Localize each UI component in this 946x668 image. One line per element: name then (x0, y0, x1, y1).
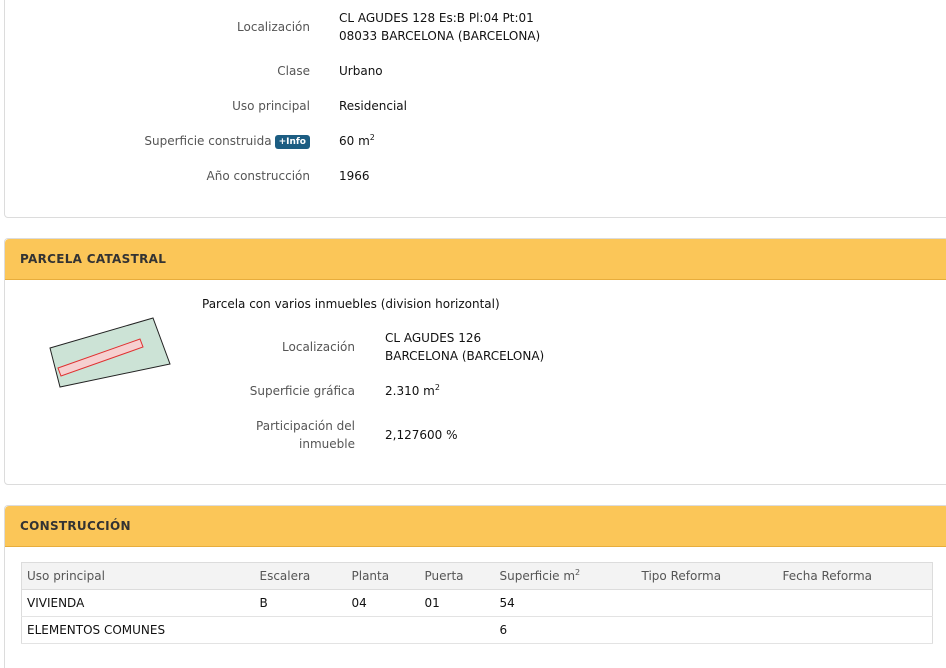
cell-fecha-reforma (777, 589, 933, 617)
cell-puerta (419, 616, 495, 644)
col-uso-principal: Uso principal (21, 562, 255, 590)
cell-fecha-reforma (777, 616, 933, 644)
cell-escalera: B (254, 589, 347, 617)
clase-label: Clase (277, 64, 310, 78)
parcela-panel: PARCELA CATASTRAL Parcela con varios inm… (4, 238, 946, 485)
superficie-unit-sup: 2 (369, 133, 375, 142)
localizacion-label: Localización (237, 20, 310, 34)
anio-construccion-value: 1966 (339, 169, 370, 183)
col-tipo-reforma: Tipo Reforma (636, 562, 778, 590)
parcela-header: PARCELA CATASTRAL (5, 239, 946, 280)
col-superficie-text: Superficie m (499, 569, 576, 583)
localizacion-line2: 08033 BARCELONA (BARCELONA) (339, 29, 541, 43)
superficie-grafica-sup: 2 (434, 383, 440, 392)
superficie-construida-value: 60 m2 (339, 132, 375, 150)
localizacion-value: CL AGUDES 128 Es:B Pl:04 Pt:01 08033 BAR… (339, 9, 540, 45)
cell-puerta: 01 (419, 589, 495, 617)
cell-escalera (254, 616, 347, 644)
cell-tipo-reforma (636, 589, 778, 617)
col-planta: Planta (346, 562, 420, 590)
col-escalera: Escalera (254, 562, 347, 590)
parcela-title: PARCELA CATASTRAL (20, 252, 167, 266)
construccion-panel: CONSTRUCCIÓN Uso principal Escalera Plan… (4, 505, 946, 668)
participacion-label-line1: Participación del (256, 419, 355, 433)
participacion-label: Participación del inmueble (5, 417, 355, 453)
superficie-grafica-number: 2.310 m (385, 384, 435, 398)
cell-tipo-reforma (636, 616, 778, 644)
table-row: ELEMENTOS COMUNES 6 (21, 616, 933, 644)
superficie-grafica-label: Superficie gráfica (249, 384, 355, 398)
superficie-grafica-value: 2.310 m2 (385, 382, 440, 400)
table-row: VIVIENDA B 04 01 54 (21, 589, 933, 617)
uso-principal-label: Uso principal (232, 99, 310, 113)
parcela-description: Parcela con varios inmuebles (division h… (202, 297, 500, 311)
uso-principal-value: Residencial (339, 99, 407, 113)
superficie-construida-text: Superficie construida (144, 134, 272, 148)
parcela-localizacion-value: CL AGUDES 126 BARCELONA (BARCELONA) (385, 329, 544, 365)
anio-construccion-label: Año construcción (206, 169, 311, 183)
parcela-localizacion-line2: BARCELONA (BARCELONA) (385, 349, 545, 363)
col-superficie-sup: 2 (575, 568, 581, 577)
col-fecha-reforma: Fecha Reforma (777, 562, 933, 590)
clase-value: Urbano (339, 64, 383, 78)
superficie-construida-label: Superficie construida +Info (5, 132, 310, 150)
construccion-title: CONSTRUCCIÓN (20, 519, 131, 533)
cell-uso: ELEMENTOS COMUNES (21, 616, 255, 644)
superficie-construida-number: 60 m (339, 134, 370, 148)
cell-superficie: 54 (494, 589, 637, 617)
table-header-row: Uso principal Escalera Planta Puerta Sup… (21, 562, 933, 590)
participacion-value: 2,127600 % (385, 428, 458, 442)
parcela-localizacion-label: Localización (282, 340, 355, 354)
cell-uso: VIVIENDA (21, 589, 255, 617)
cell-planta: 04 (346, 589, 420, 617)
construccion-header: CONSTRUCCIÓN (5, 506, 946, 547)
parcela-localizacion-line1: CL AGUDES 126 (385, 331, 482, 345)
cell-superficie: 6 (494, 616, 637, 644)
cell-planta (346, 616, 420, 644)
col-superficie: Superficie m2 (494, 562, 637, 590)
construccion-table: Uso principal Escalera Planta Puerta Sup… (21, 562, 933, 644)
inmueble-panel: Localización CL AGUDES 128 Es:B Pl:04 Pt… (4, 0, 946, 218)
col-puerta: Puerta (419, 562, 495, 590)
participacion-label-line2: inmueble (299, 437, 355, 451)
info-badge-button[interactable]: +Info (274, 135, 310, 149)
localizacion-line1: CL AGUDES 128 Es:B Pl:04 Pt:01 (339, 11, 534, 25)
